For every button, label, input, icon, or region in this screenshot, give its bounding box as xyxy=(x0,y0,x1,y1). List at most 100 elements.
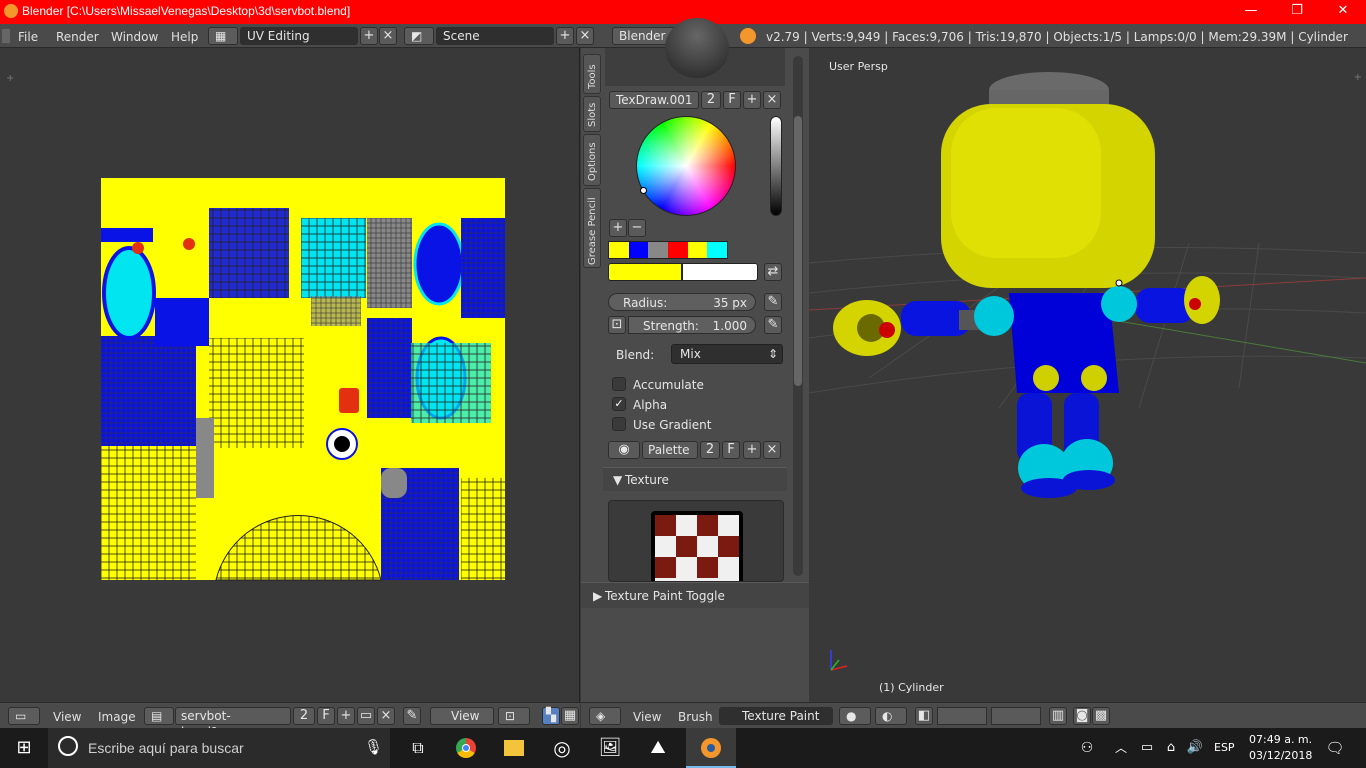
radius-pressure-icon[interactable]: ✎ xyxy=(764,293,782,311)
texture-preview[interactable] xyxy=(608,500,784,582)
taskbar-search-box[interactable]: Escribe aquí para buscar 🎙 xyxy=(48,728,390,768)
palette-users-count[interactable]: 2 xyxy=(700,441,720,459)
strength-pressure-icon[interactable]: ✎ xyxy=(764,316,782,334)
use-gradient-checkbox[interactable] xyxy=(612,417,626,431)
brush-preview[interactable] xyxy=(605,18,785,86)
pin-image-icon[interactable]: ✎ xyxy=(403,707,421,725)
image-viewer-icon[interactable]: 🖼 xyxy=(588,728,632,768)
blender-taskbar-icon[interactable] xyxy=(686,728,736,768)
strength-slider[interactable]: Strength: 1.000 xyxy=(628,316,756,334)
render-animation-icon[interactable]: ▩ xyxy=(1092,707,1110,725)
chrome-icon[interactable] xyxy=(444,728,488,768)
unlink-palette-icon[interactable]: × xyxy=(763,441,781,459)
mode-dropdown[interactable]: Texture Paint xyxy=(719,707,833,725)
unlink-brush-icon[interactable]: × xyxy=(763,91,781,109)
pivot-dropdown[interactable]: ⊡ xyxy=(498,707,530,725)
battery-icon[interactable]: ▭ xyxy=(1136,728,1158,768)
maximize-button[interactable]: ❐ xyxy=(1274,0,1320,24)
brush-users-count[interactable]: 2 xyxy=(701,91,721,109)
scene-icon[interactable]: ◩ xyxy=(404,27,434,45)
image-users-count[interactable]: 2 xyxy=(293,707,315,725)
palette-browse-icon[interactable]: ◉ xyxy=(608,441,640,459)
image-fake-user-button[interactable]: F xyxy=(317,707,335,725)
uv-sync-icon[interactable]: ▚ xyxy=(542,707,560,725)
palette-fake-user-button[interactable]: F xyxy=(722,441,740,459)
menu-file[interactable]: File xyxy=(18,30,38,44)
image-name-field[interactable]: servbot-head1.png xyxy=(175,707,291,739)
unlink-image-icon[interactable]: × xyxy=(377,707,395,725)
swap-colors-icon[interactable]: ⇄ xyxy=(764,263,782,281)
menu-view[interactable]: View xyxy=(53,710,81,724)
network-icon[interactable]: ⌂ xyxy=(1160,728,1182,768)
alpha-checkbox[interactable]: ✓ xyxy=(612,397,626,411)
tool-shelf-scrollbar[interactable] xyxy=(793,56,803,576)
brush-name-field[interactable]: TexDraw.001 xyxy=(609,91,699,109)
brush-fake-user-button[interactable]: F xyxy=(723,91,741,109)
add-screen-icon[interactable]: + xyxy=(360,27,378,45)
palette-swatches[interactable] xyxy=(608,241,728,259)
new-palette-icon[interactable]: + xyxy=(743,441,761,459)
texture-panel-header[interactable]: ▼ Texture xyxy=(603,467,787,491)
pivot-dropdown[interactable]: ◐ xyxy=(875,707,907,725)
uv-image-editor[interactable]: + xyxy=(0,48,580,702)
palette-swatch[interactable] xyxy=(687,242,708,258)
layer-lock-icon[interactable]: ▥ xyxy=(1049,707,1067,725)
uv-canvas[interactable] xyxy=(0,48,580,702)
windows-start-icon[interactable]: ⊞ xyxy=(0,728,48,768)
palette-swatch[interactable] xyxy=(628,242,649,258)
palette-swatch[interactable] xyxy=(648,242,669,258)
menu-view[interactable]: View xyxy=(633,710,661,724)
notification-icon[interactable]: 🗨 xyxy=(1320,728,1350,768)
remove-screen-icon[interactable]: × xyxy=(379,27,397,45)
editor-type-icon[interactable] xyxy=(2,29,10,43)
add-palette-color-icon[interactable]: + xyxy=(609,219,627,237)
uv-checker-icon[interactable]: ▦ xyxy=(561,707,579,725)
screen-layout-icon[interactable]: ▦ xyxy=(208,27,238,45)
menu-image[interactable]: Image xyxy=(98,710,136,724)
file-explorer-icon[interactable] xyxy=(492,728,536,768)
secondary-color-field[interactable] xyxy=(682,263,758,281)
primary-color-field[interactable] xyxy=(608,263,682,281)
scrollbar-thumb[interactable] xyxy=(794,116,802,386)
volume-icon[interactable]: 🔊 xyxy=(1184,728,1206,768)
minimize-button[interactable]: — xyxy=(1228,0,1274,24)
microphone-icon[interactable]: 🎙 xyxy=(364,738,383,756)
screen-layout-field[interactable]: UV Editing xyxy=(240,27,358,45)
tab-tools[interactable]: Tools xyxy=(583,54,601,94)
clock-date[interactable]: 03/12/2018 xyxy=(1249,749,1312,762)
3d-viewport[interactable]: User Persp (1) Cylinder + xyxy=(809,48,1366,702)
menu-help[interactable]: Help xyxy=(171,30,198,44)
new-image-icon[interactable]: + xyxy=(337,707,355,725)
layers-grid-2[interactable] xyxy=(991,707,1041,725)
accumulate-checkbox[interactable] xyxy=(612,377,626,391)
shading-dropdown[interactable]: ● xyxy=(839,707,871,725)
tab-options[interactable]: Options xyxy=(583,134,601,186)
texture-paint-toggle-panel[interactable]: ▶ Texture Paint Toggle xyxy=(581,582,809,608)
blend-dropdown[interactable]: Mix ⇕ xyxy=(671,344,783,364)
remove-scene-icon[interactable]: × xyxy=(576,27,594,45)
menu-brush[interactable]: Brush xyxy=(678,710,713,724)
image-browse-icon[interactable]: ▤ xyxy=(144,707,174,725)
paint-mask-icon[interactable]: ◧ xyxy=(915,707,933,725)
task-view-icon[interactable]: ⧉ xyxy=(396,728,440,768)
color-wheel[interactable] xyxy=(636,116,736,216)
tab-grease-pencil[interactable]: Grease Pencil xyxy=(583,188,601,268)
view-mode-dropdown[interactable]: View xyxy=(430,707,494,725)
clock-time[interactable]: 07:49 a. m. xyxy=(1249,733,1312,746)
strength-lock-icon[interactable]: ⊡ xyxy=(608,316,626,334)
value-slider[interactable] xyxy=(770,116,782,216)
app-icon[interactable]: ◎ xyxy=(540,728,584,768)
render-image-icon[interactable]: ◙ xyxy=(1073,707,1091,725)
editor-type-dropdown[interactable]: ◈ xyxy=(589,707,621,725)
tab-slots[interactable]: Slots xyxy=(583,96,601,132)
layers-grid-1[interactable] xyxy=(937,707,987,725)
scene-field[interactable]: Scene xyxy=(436,27,554,45)
palette-swatch[interactable] xyxy=(707,242,728,258)
viewport-canvas[interactable] xyxy=(809,48,1366,702)
palette-name-field[interactable]: Palette xyxy=(642,441,698,459)
color-wheel-cursor[interactable] xyxy=(640,187,647,194)
remove-palette-color-icon[interactable]: − xyxy=(628,219,646,237)
menu-window[interactable]: Window xyxy=(111,30,158,44)
new-brush-icon[interactable]: + xyxy=(743,91,761,109)
people-icon[interactable]: ⚇ xyxy=(1076,728,1098,768)
